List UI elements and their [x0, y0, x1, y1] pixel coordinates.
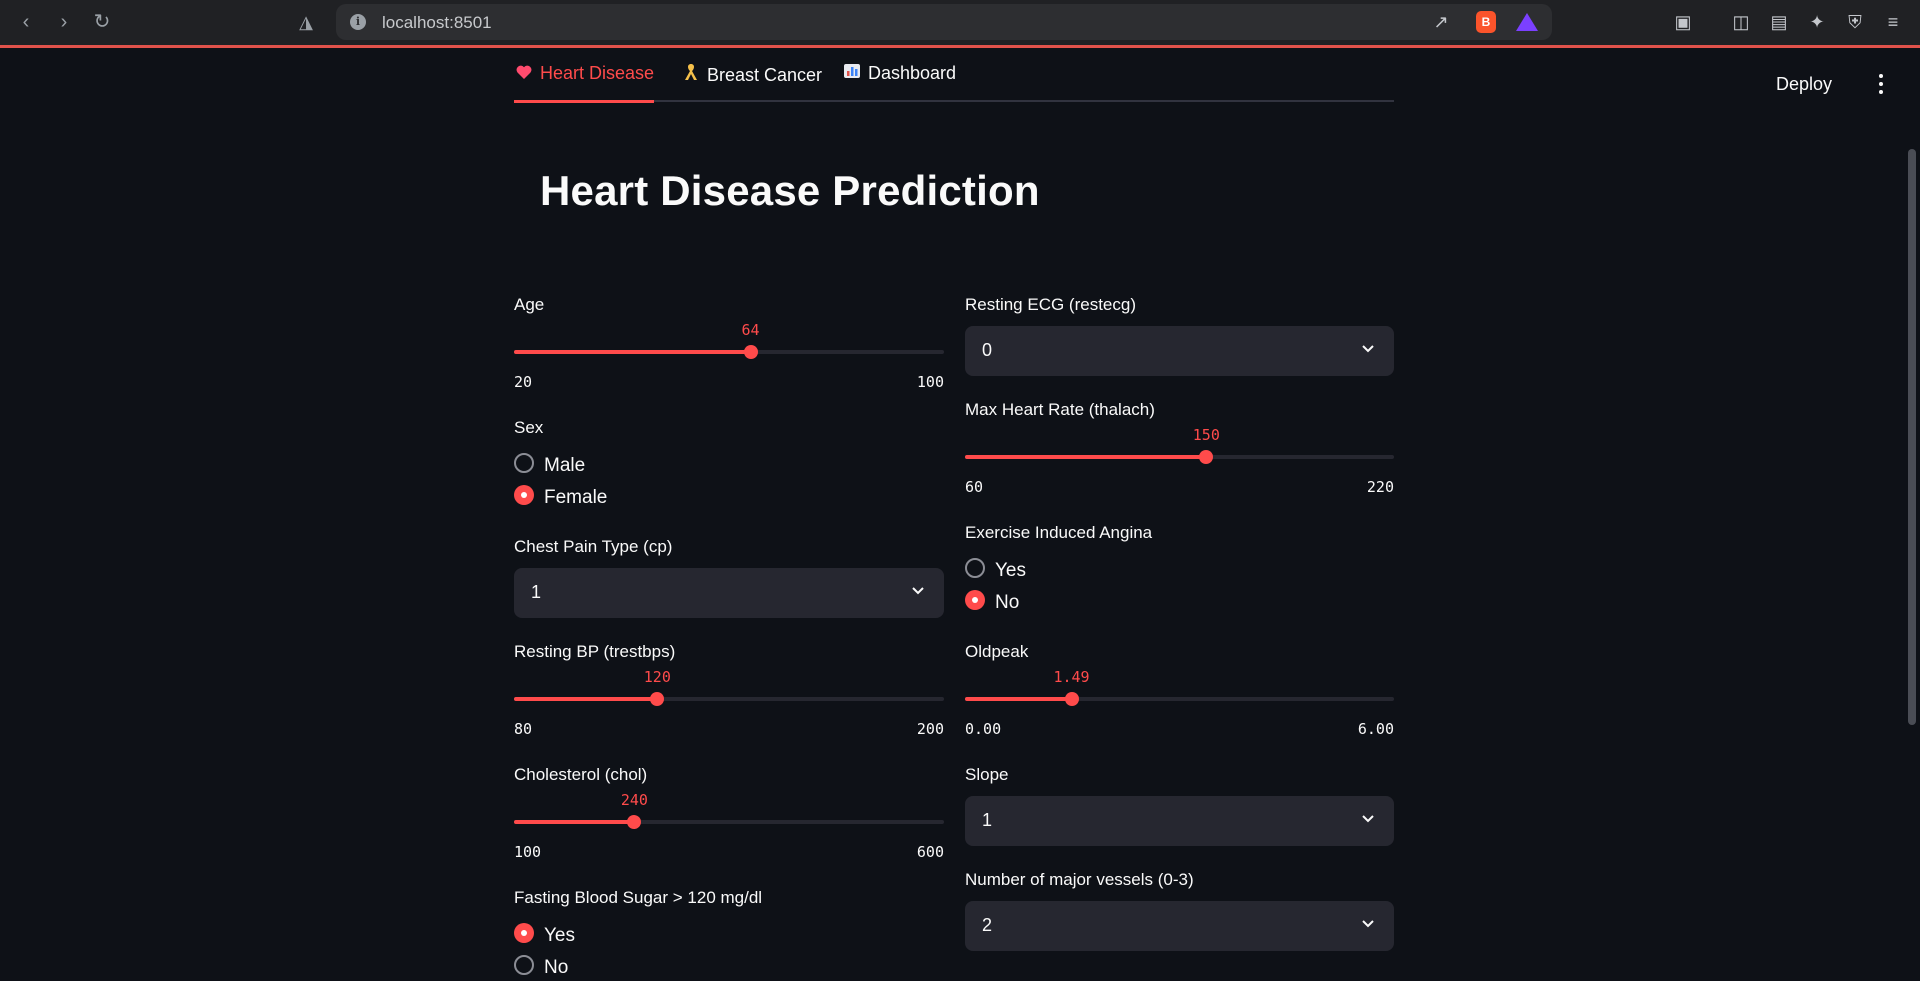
- bar-chart-icon: [842, 63, 862, 84]
- reload-icon[interactable]: ↻: [90, 10, 114, 34]
- share-icon[interactable]: ↗: [1428, 10, 1454, 34]
- select-value: 2: [982, 915, 993, 935]
- tab-breast-cancer[interactable]: Breast Cancer: [681, 63, 822, 102]
- browser-menu-icon[interactable]: ≡: [1880, 10, 1906, 34]
- oldpeak-label: Oldpeak: [965, 642, 1029, 661]
- site-info-icon[interactable]: i: [350, 14, 366, 30]
- url-text[interactable]: localhost:8501: [382, 13, 492, 33]
- main-menu-icon[interactable]: [1874, 71, 1888, 97]
- slope-select[interactable]: 1: [965, 796, 1394, 846]
- slider-max: 6.00: [1357, 720, 1394, 738]
- select-value: 1: [982, 810, 993, 830]
- sex-label: Sex: [514, 418, 544, 437]
- slider-value: 64: [741, 321, 760, 339]
- sex-radio-male[interactable]: Male: [514, 452, 585, 479]
- vpn-icon[interactable]: ⛨: [1842, 10, 1868, 34]
- leo-ai-icon[interactable]: ✦: [1804, 10, 1830, 34]
- thalach-slider[interactable]: 150 60 220: [965, 424, 1394, 496]
- radio-dot[interactable]: [514, 954, 534, 975]
- slider-max: 100: [916, 373, 944, 391]
- brave-shield-icon[interactable]: B: [1476, 11, 1496, 33]
- slider-value: 240: [620, 791, 648, 809]
- back-icon[interactable]: ‹: [14, 10, 38, 34]
- slider-value: 150: [1192, 426, 1220, 444]
- brave-rewards-icon[interactable]: [1516, 13, 1538, 31]
- fbs-radio-no[interactable]: No: [514, 954, 568, 981]
- slider-min: 20: [514, 373, 533, 391]
- trestbps-slider[interactable]: 120 80 200: [514, 666, 944, 738]
- radio-dot[interactable]: [514, 922, 534, 943]
- age-label: Age: [514, 295, 545, 314]
- chol-slider[interactable]: 240 100 600: [514, 789, 944, 861]
- slider-min: 60: [965, 478, 984, 496]
- ribbon-icon: [681, 63, 701, 86]
- select-value: 1: [531, 582, 542, 602]
- page-scrollbar[interactable]: [1908, 149, 1916, 725]
- tab-bar: Heart Disease Breast Cancer Dashboard: [514, 51, 1394, 103]
- age-slider[interactable]: 64 20 100: [514, 319, 944, 391]
- fbs-label: Fasting Blood Sugar > 120 mg/dl: [514, 888, 763, 907]
- exang-label: Exercise Induced Angina: [965, 523, 1153, 542]
- ca-label: Number of major vessels (0-3): [965, 870, 1194, 889]
- slider-fill: [514, 350, 751, 354]
- exang-radio-no[interactable]: No: [965, 589, 1019, 616]
- chevron-down-icon: [1362, 920, 1374, 928]
- reader-mode-icon[interactable]: ▣: [1670, 10, 1696, 34]
- radio-dot[interactable]: [965, 589, 985, 610]
- slider-min: 80: [514, 720, 533, 738]
- slider-fill: [514, 820, 635, 824]
- slider-value: 120: [643, 668, 671, 686]
- slider-fill: [514, 697, 658, 701]
- slider-thumb[interactable]: [627, 815, 642, 829]
- select-value: 0: [982, 340, 993, 360]
- slider-fill: [965, 455, 1207, 459]
- chol-label: Cholesterol (chol): [514, 765, 648, 784]
- oldpeak-slider[interactable]: 1.49 0.00 6.00: [965, 666, 1394, 738]
- streamlit-app: Deploy Heart Disease Breast Cancer Dashb…: [0, 51, 1920, 978]
- chevron-down-icon: [1362, 815, 1374, 823]
- chevron-down-icon: [1362, 345, 1374, 353]
- address-bar[interactable]: i localhost:8501: [336, 4, 1552, 40]
- radio-dot[interactable]: [514, 452, 534, 473]
- slider-max: 200: [916, 720, 944, 738]
- slider-min: 100: [514, 843, 542, 861]
- fbs-radio-yes[interactable]: Yes: [514, 922, 575, 949]
- tab-heart-disease[interactable]: Heart Disease: [514, 63, 655, 103]
- thalach-label: Max Heart Rate (thalach): [965, 400, 1155, 419]
- slider-thumb[interactable]: [650, 692, 665, 706]
- slider-fill: [965, 697, 1072, 701]
- bookmark-icon[interactable]: ◮: [294, 10, 318, 34]
- slider-min: 0.00: [965, 720, 1002, 738]
- wallet-icon[interactable]: ▤: [1766, 10, 1792, 34]
- slider-max: 220: [1366, 478, 1394, 496]
- slider-thumb[interactable]: [1064, 692, 1079, 706]
- slider-thumb[interactable]: [743, 345, 758, 359]
- slider-thumb[interactable]: [1199, 450, 1214, 464]
- slope-label: Slope: [965, 765, 1009, 784]
- radio-dot[interactable]: [514, 484, 534, 505]
- trestbps-label: Resting BP (trestbps): [514, 642, 676, 661]
- slider-value: 1.49: [1053, 668, 1090, 686]
- ca-select[interactable]: 2: [965, 901, 1394, 951]
- restecg-label: Resting ECG (restecg): [965, 295, 1136, 314]
- browser-toolbar: ‹ › ↻ ◮ i localhost:8501 ↗ B ▣ ◫ ▤ ✦ ⛨ ≡: [0, 0, 1920, 48]
- radio-dot[interactable]: [965, 557, 985, 578]
- cp-label: Chest Pain Type (cp): [514, 537, 673, 556]
- tab-dashboard[interactable]: Dashboard: [842, 63, 956, 102]
- exang-radio-yes[interactable]: Yes: [965, 557, 1026, 584]
- restecg-select[interactable]: 0: [965, 326, 1394, 376]
- sidebar-icon[interactable]: ◫: [1728, 10, 1754, 34]
- chevron-down-icon: [912, 587, 924, 595]
- cp-select[interactable]: 1: [514, 568, 944, 618]
- heart-icon: [514, 63, 534, 84]
- page-title: Heart Disease Prediction: [540, 167, 1040, 214]
- forward-icon[interactable]: ›: [52, 10, 76, 34]
- sex-radio-female[interactable]: Female: [514, 484, 607, 511]
- deploy-button[interactable]: Deploy: [1776, 74, 1832, 95]
- slider-max: 600: [916, 843, 944, 861]
